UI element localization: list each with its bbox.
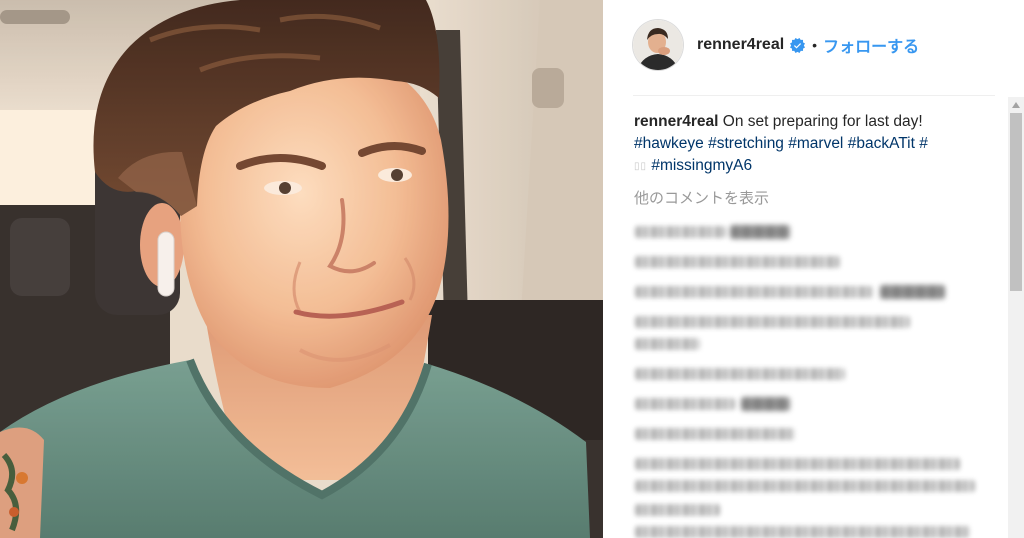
caption-hashtags-line: ▯▯ #missingmyA6 — [634, 155, 928, 177]
header-username-link[interactable]: renner4real — [697, 36, 784, 54]
load-more-comments-button[interactable]: 他のコメントを表示 — [634, 189, 769, 209]
caption-line: renner4real On set preparing for last da… — [634, 111, 928, 133]
profile-avatar-image — [633, 20, 683, 70]
caption-username-link[interactable]: renner4real — [634, 113, 718, 130]
blurred-comment-text — [635, 480, 975, 492]
blurred-comment-text — [635, 458, 960, 470]
comments-scrollbar[interactable] — [1008, 97, 1024, 538]
blurred-comment-text — [635, 316, 910, 328]
blurred-comment-text — [635, 286, 873, 298]
post-photo[interactable] — [0, 0, 603, 538]
header-divider — [633, 95, 995, 96]
scroll-thumb[interactable] — [1010, 113, 1022, 291]
post-photo-image — [0, 0, 603, 538]
blurred-comment-text — [635, 226, 726, 238]
hashtag-link[interactable]: #marvel — [788, 135, 843, 152]
hashtag-link[interactable]: #hawkeye — [634, 135, 704, 152]
post-side-panel: renner4real • フォローする renner4real On set … — [603, 0, 1024, 538]
blurred-comment-emoji — [730, 225, 790, 239]
instagram-post-view: renner4real • フォローする renner4real On set … — [0, 0, 1024, 538]
blurred-comment-text — [635, 338, 700, 350]
blurred-comment-text — [635, 368, 845, 380]
hashtag-emoji-glyphs[interactable]: ▯▯ — [634, 161, 647, 172]
header-separator: • — [812, 37, 818, 53]
scroll-up-arrow-icon[interactable] — [1008, 97, 1024, 113]
blurred-comment-emoji — [741, 397, 790, 411]
post-header: renner4real • フォローする — [697, 34, 919, 56]
post-caption: renner4real On set preparing for last da… — [634, 111, 928, 177]
hashtag-link[interactable]: #stretching — [708, 135, 784, 152]
blurred-comment-text — [635, 504, 720, 516]
caption-text: On set preparing for last day! — [722, 113, 923, 130]
verified-badge-icon — [790, 37, 806, 53]
hashtag-link[interactable]: #backATit — [848, 135, 915, 152]
blurred-comment-text — [635, 256, 840, 268]
blurred-comment-text — [635, 526, 970, 538]
blurred-comment-emoji — [880, 285, 945, 299]
blurred-comment-text — [635, 428, 795, 440]
blurred-comment-text — [635, 398, 735, 410]
avatar[interactable] — [633, 20, 683, 70]
hashtag-link[interactable]: #missingmyA6 — [651, 157, 752, 174]
caption-hashtags-line: #hawkeye #stretching #marvel #backATit # — [634, 133, 928, 155]
hashtag-link[interactable]: # — [919, 135, 928, 152]
warm-filter-overlay — [0, 0, 603, 538]
avatar-hand — [658, 47, 670, 55]
follow-button[interactable]: フォローする — [823, 33, 919, 57]
